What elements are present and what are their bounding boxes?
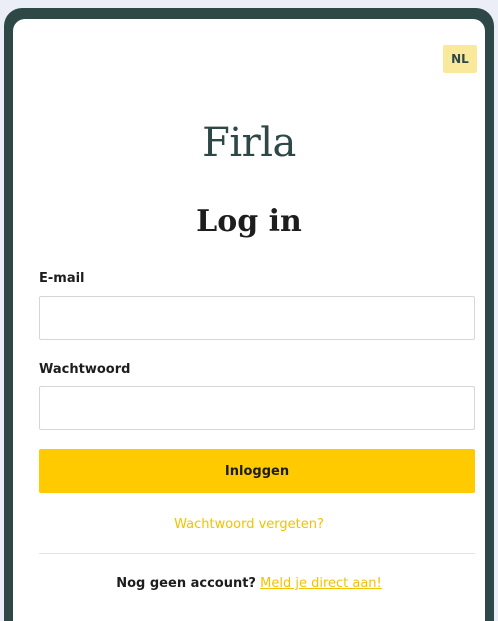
forgot-password-link[interactable]: Wachtwoord vergeten? — [13, 517, 485, 532]
divider — [39, 553, 475, 554]
password-field[interactable] — [39, 386, 475, 430]
signup-row: Nog geen account? Meld je direct aan! — [13, 576, 485, 591]
email-field[interactable] — [39, 296, 475, 340]
app-frame: NL Firla Log in E-mail Wachtwoord Inlogg… — [4, 8, 494, 621]
login-card: NL Firla Log in E-mail Wachtwoord Inlogg… — [13, 19, 485, 621]
page-title: Log in — [196, 204, 302, 239]
password-label: Wachtwoord — [39, 362, 131, 377]
email-label: E-mail — [39, 271, 85, 286]
signup-link[interactable]: Meld je direct aan! — [260, 576, 382, 591]
login-button[interactable]: Inloggen — [39, 449, 475, 493]
brand-logo: Firla — [202, 120, 296, 166]
no-account-text: Nog geen account? — [116, 576, 256, 591]
language-switch-button[interactable]: NL — [443, 45, 477, 73]
